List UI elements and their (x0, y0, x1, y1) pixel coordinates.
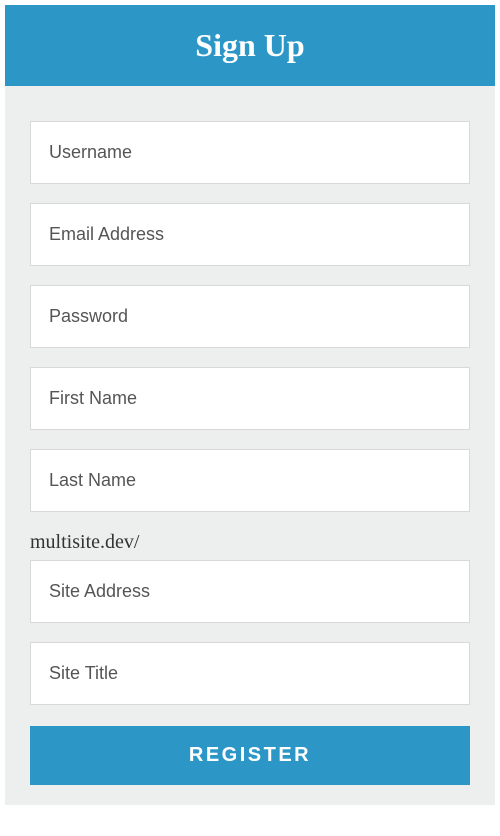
register-button[interactable]: REGISTER (30, 726, 470, 785)
signup-card: Sign Up multisite.dev/ REGISTER (5, 5, 495, 805)
site-title-input[interactable] (30, 642, 470, 705)
signup-form: multisite.dev/ REGISTER (5, 86, 495, 805)
email-input[interactable] (30, 203, 470, 266)
last-name-input[interactable] (30, 449, 470, 512)
signup-header: Sign Up (5, 5, 495, 86)
password-input[interactable] (30, 285, 470, 348)
signup-title: Sign Up (195, 27, 304, 63)
site-prefix-label: multisite.dev/ (30, 531, 470, 554)
first-name-input[interactable] (30, 367, 470, 430)
username-input[interactable] (30, 121, 470, 184)
site-address-input[interactable] (30, 560, 470, 623)
